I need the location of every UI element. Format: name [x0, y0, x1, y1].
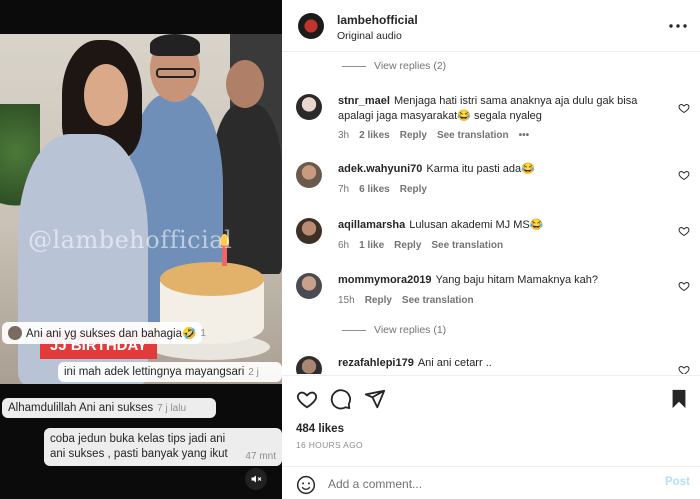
- heart-icon[interactable]: [678, 280, 690, 292]
- comment-body: aqillamarsha Lulusan akademi MJ MS😂: [338, 218, 668, 233]
- comments-list[interactable]: View replies (2) stnr_mael Menjaga hati i…: [282, 52, 700, 374]
- comment-body: adek.wahyuni70 Karma itu pasti ada😂: [338, 162, 668, 177]
- comment-meta: 6h 1 like Reply See translation: [338, 240, 503, 251]
- comment-likes[interactable]: 1 like: [359, 240, 384, 251]
- overlay-avatar: [8, 326, 22, 340]
- reply-divider: [342, 65, 366, 67]
- watermark: @lambehofficial: [28, 226, 233, 254]
- comment-username[interactable]: aqillamarsha: [338, 219, 405, 231]
- overlay-comment: Ani ani yg sukses dan bahagia🤣 1: [2, 322, 206, 344]
- post-actions: 484 likes 16 HOURS AGO Post: [282, 375, 700, 499]
- comment-body: mommymora2019 Yang baju hitam Mamaknya ka…: [338, 273, 668, 288]
- post-button[interactable]: Post: [665, 476, 690, 488]
- avatar[interactable]: [296, 356, 322, 374]
- comment-meta: 7h 6 likes Reply: [338, 184, 427, 195]
- view-replies-button[interactable]: View replies (2): [342, 60, 446, 72]
- overlay-comment: coba jedun buka kelas tips jadi ani ani …: [44, 428, 282, 466]
- share-icon[interactable]: [364, 388, 386, 410]
- view-replies-button[interactable]: View replies (1): [342, 324, 446, 336]
- view-replies-label: View replies (1): [374, 324, 447, 336]
- video-player[interactable]: @lambehofficial JJ BIRTHDAY Ani ani yg s…: [0, 0, 282, 499]
- cake-top: [160, 262, 264, 296]
- comment-meta: 15h Reply See translation: [338, 295, 474, 306]
- view-replies-label: View replies (2): [374, 60, 447, 72]
- comment-text: Lulusan akademi MJ MS😂: [409, 219, 544, 231]
- comment-body: stnr_mael Menjaga hati istri sama anaknya…: [338, 94, 668, 124]
- avatar[interactable]: [296, 94, 322, 120]
- heart-icon[interactable]: [678, 225, 690, 237]
- avatar[interactable]: [296, 218, 322, 244]
- muted-speaker-icon: [251, 475, 262, 483]
- comment-time[interactable]: 3h: [338, 130, 349, 141]
- woman-face: [84, 64, 128, 126]
- comment-time[interactable]: 7h: [338, 184, 349, 195]
- comment-icon[interactable]: [330, 388, 352, 410]
- heart-icon[interactable]: [678, 169, 690, 181]
- see-translation-button[interactable]: See translation: [437, 130, 509, 141]
- bookmark-icon[interactable]: [668, 388, 690, 410]
- man-glasses: [156, 68, 196, 78]
- reply-divider: [342, 329, 366, 331]
- comment-text: Karma itu pasti ada😂: [426, 163, 535, 175]
- comment-time[interactable]: 15h: [338, 295, 355, 306]
- reply-button[interactable]: Reply: [365, 295, 392, 306]
- overlay-comment-text: Ani ani yg sukses dan bahagia🤣: [26, 328, 197, 340]
- person-right-head: [226, 60, 264, 108]
- emoji-icon[interactable]: [296, 475, 316, 495]
- overlay-comment: ini mah adek lettingnya mayangsari 2 j: [58, 362, 282, 382]
- more-horizontal-icon[interactable]: [668, 18, 688, 34]
- avatar[interactable]: [298, 13, 324, 39]
- see-translation-button[interactable]: See translation: [431, 240, 503, 251]
- comment-text: Yang baju hitam Mamaknya kah?: [435, 274, 599, 286]
- heart-icon[interactable]: [678, 364, 690, 374]
- overlay-comment-time: 47 mnt: [245, 451, 276, 462]
- comment-username[interactable]: rezafahlepi179: [338, 357, 414, 369]
- heart-icon[interactable]: [296, 388, 318, 410]
- reply-button[interactable]: Reply: [394, 240, 421, 251]
- comment-body: rezafahlepi179 Ani ani cetarr ..: [338, 356, 668, 371]
- avatar[interactable]: [296, 273, 322, 299]
- overlay-comment-time: 2 j: [248, 366, 259, 378]
- overlay-comment: Alhamdulillah Ani ani sukses 7 j lalu: [2, 398, 216, 418]
- add-comment-bar: Post: [282, 466, 700, 499]
- overlay-comment-time: 7 j lalu: [157, 402, 187, 414]
- heart-icon[interactable]: [678, 102, 690, 114]
- man-hair: [150, 34, 200, 56]
- overlay-comment-text: Alhamdulillah Ani ani sukses: [8, 402, 154, 414]
- comment-username[interactable]: mommymora2019: [338, 274, 432, 286]
- comment-likes[interactable]: 2 likes: [359, 130, 390, 141]
- comment-text: Ani ani cetarr ..: [417, 357, 492, 369]
- see-translation-button[interactable]: See translation: [402, 295, 474, 306]
- overlay-comment-time: 1: [200, 327, 206, 339]
- comment-likes[interactable]: 6 likes: [359, 184, 390, 195]
- post-panel: lambehofficial Original audio View repli…: [282, 0, 700, 499]
- comment-username[interactable]: stnr_mael: [338, 95, 390, 107]
- reply-button[interactable]: Reply: [400, 184, 427, 195]
- overlay-comment-text: coba jedun buka kelas tips jadi ani ani …: [50, 433, 228, 460]
- avatar[interactable]: [296, 162, 322, 188]
- overlay-comment-text: ini mah adek lettingnya mayangsari: [64, 366, 245, 378]
- comment-options-button[interactable]: •••: [519, 130, 530, 141]
- likes-count[interactable]: 484 likes: [296, 423, 344, 435]
- mute-button[interactable]: [245, 468, 267, 490]
- audio-link[interactable]: Original audio: [337, 30, 402, 42]
- post-header: lambehofficial Original audio: [282, 0, 700, 52]
- post-username[interactable]: lambehofficial: [337, 13, 418, 27]
- comment-input[interactable]: [328, 474, 648, 494]
- comment-time[interactable]: 6h: [338, 240, 349, 251]
- comment-meta: 3h 2 likes Reply See translation •••: [338, 130, 529, 141]
- post-timestamp[interactable]: 16 HOURS AGO: [296, 440, 363, 450]
- reply-button[interactable]: Reply: [400, 130, 427, 141]
- comment-username[interactable]: adek.wahyuni70: [338, 163, 422, 175]
